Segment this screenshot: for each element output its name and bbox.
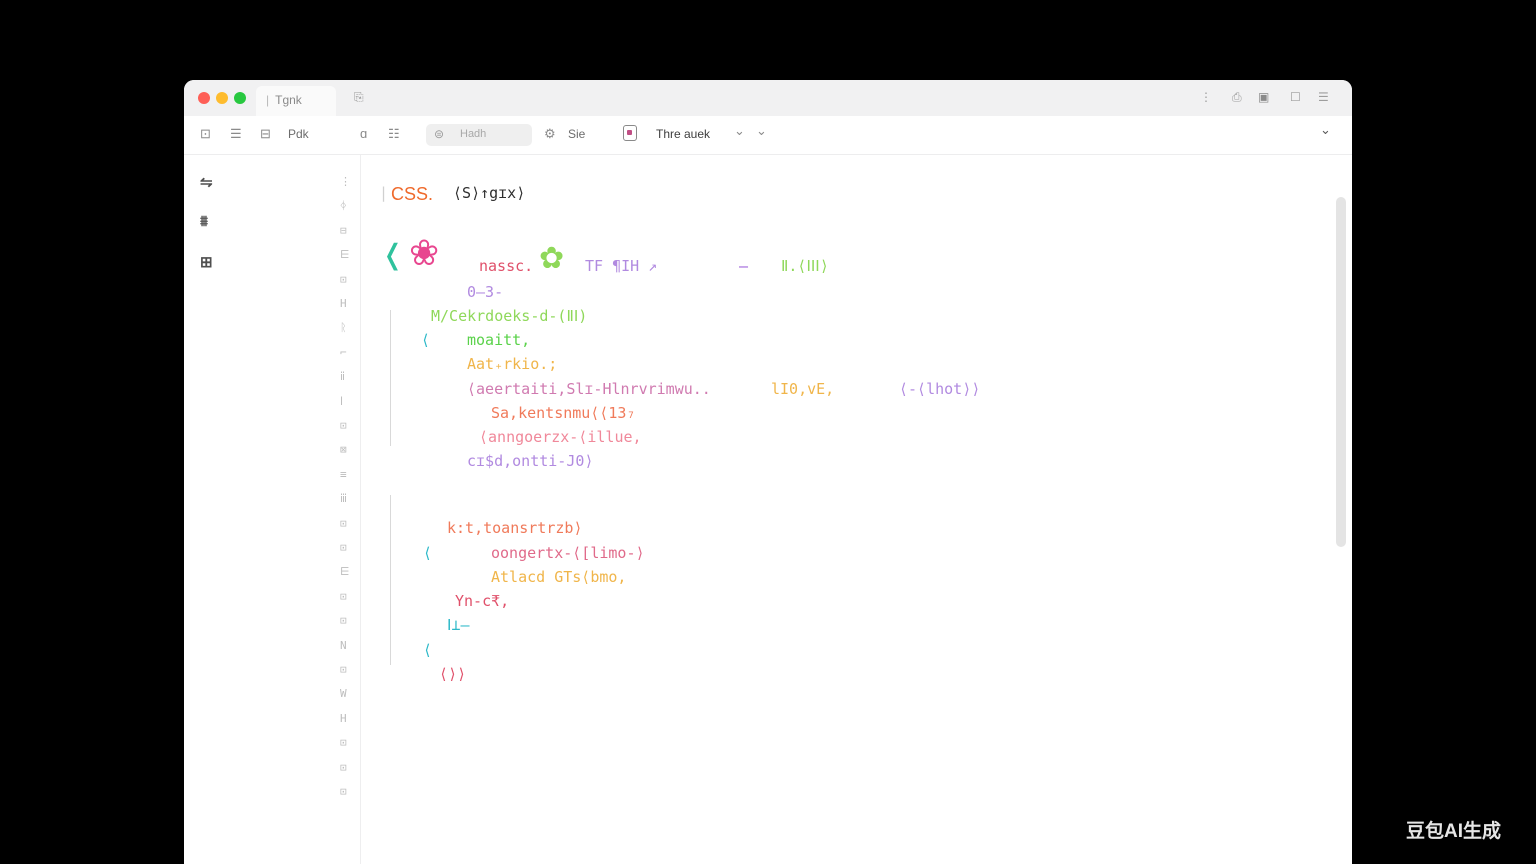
theme-selector[interactable]: Thre auek — [656, 127, 710, 141]
code-line-5b: moaitt, — [467, 331, 531, 349]
gutter-mark: W — [340, 687, 347, 701]
gutter-mark: ⅲ — [340, 492, 348, 506]
code-line-7c: ⟨-⟨lhot⟩⟩ — [899, 380, 981, 398]
code-line-6: Aat₊rkio.; — [467, 355, 558, 373]
gutter-mark: ⊠ — [340, 443, 347, 457]
title-bar: | Tgnk ⎘ ⋮ ⎙ ▣ ☐ ☰ — [184, 80, 1352, 117]
search-placeholder: Hadh — [460, 128, 487, 140]
list-icon[interactable]: ☰ — [230, 126, 242, 142]
outline-icon[interactable]: ☷ — [388, 126, 400, 142]
chevron-down-icon[interactable]: ⌄ — [734, 123, 745, 139]
print-icon[interactable]: ⎙ — [1232, 90, 1242, 105]
more-icon[interactable]: ⋮ — [1200, 90, 1212, 104]
code-bracket-open: ❬ — [381, 233, 404, 277]
minimize-button[interactable] — [216, 92, 228, 104]
settings-icon[interactable]: ⚙ — [544, 126, 556, 142]
tab-active[interactable]: | Tgnk — [256, 86, 336, 116]
gutter-mark: ⊡ — [340, 614, 347, 628]
code-line-7b: lI0,vE, — [771, 380, 835, 398]
watermark: 豆包AI生成 — [1406, 821, 1502, 842]
gutter-mark: H — [340, 297, 347, 310]
image-icon[interactable]: ⊟ — [260, 126, 271, 142]
code-line-4: M/Cekrdoeks-d-(ⅡⅠ) — [431, 307, 588, 325]
tab-divider: | — [266, 93, 270, 107]
gutter-mark: ᚱ — [340, 321, 347, 335]
code-line-2b: TF ¶ΙΗ ↗ — [585, 257, 658, 275]
code-line-14: Yn-c₹, — [455, 592, 510, 610]
gutter-mark: ⊡ — [340, 736, 347, 750]
code-line-12b: oongertx-⟨[limo-⟩ — [491, 544, 645, 562]
toggle-icon[interactable]: ⇋ — [200, 173, 213, 191]
code-line-15: Ⅰ⊥— — [447, 616, 470, 634]
search-icon: ⊜ — [434, 127, 445, 141]
gutter-mark: N — [340, 638, 347, 652]
grid-icon[interactable]: ⊞ — [200, 253, 213, 271]
gutter-mark: ⅱ — [340, 370, 346, 384]
gutter-mark: ⊡ — [340, 419, 347, 432]
indent-guide — [390, 310, 391, 446]
gutter-mark: ᛄ — [340, 199, 347, 213]
search-input[interactable]: ⊜ Hadh — [426, 124, 532, 146]
flower-icon: ❀ — [409, 232, 440, 273]
tab-title: Tgnk — [275, 93, 302, 107]
gutter-mark: ⋿ — [340, 248, 350, 262]
code-line-9: ⟨anngoerzx-⟨illue, — [479, 428, 642, 446]
indent-guide — [390, 495, 391, 665]
flower-icon: ✿ — [539, 242, 565, 275]
code-line-8: Sa,kentsnmu⟨⟨13₇ — [491, 404, 636, 422]
code-line-5a: ⟨ — [421, 331, 431, 349]
format-icon[interactable]: ɑ — [360, 126, 367, 141]
collapse-chevron-icon[interactable]: ⌄ — [1320, 122, 1331, 138]
code-line-11: k:t,toansrtrzb⟩ — [447, 519, 583, 537]
code-line-13: Atlacd GTs⟨bmo, — [491, 568, 627, 586]
settings-label[interactable]: Sie — [568, 127, 585, 141]
code-editor[interactable]: | CSS. ⟨S⟩↑gɪx⟩ ❬ ❀ nassc. ✿ TF ¶ΙΗ ↗ – … — [361, 155, 1352, 864]
gutter-mark: ⊡ — [340, 589, 347, 603]
gutter-mark: ⊡ — [340, 516, 347, 530]
gutter-mark: ⋿ — [340, 565, 350, 579]
gutter-mark: ⊡ — [340, 760, 347, 774]
gutter-mark: ⊡ — [340, 663, 347, 676]
sidebar: ⇋ ⩩ ⊞ ⋮ ᛄ ⊟ ⋿ ⊡ H ᚱ ⌐ ⅱ ⅼ ⊡ ⊠ ≡ ⅲ ⊡ ⊡ ⋿ ⊡ ⊡ N ⊡ W H ⊡ ⊡ ⊡ — [184, 155, 361, 864]
layout-icon[interactable]: ☐ — [1290, 90, 1301, 104]
code-line-7a: ⟨aeertaiti,Slɪ-Hlnrvrimwu.. — [467, 380, 711, 398]
gutter-mark: ⌐ — [340, 345, 347, 359]
code-line-17: ⟨⟩⟩ — [439, 665, 467, 683]
theme-icon[interactable] — [623, 125, 637, 141]
maximize-button[interactable] — [234, 92, 246, 104]
menu-icon[interactable]: ☰ — [1318, 90, 1329, 104]
code-line-2a: nassc. — [479, 257, 534, 275]
code-line-12a: ⟨ — [423, 544, 433, 562]
close-button[interactable] — [198, 92, 210, 104]
file-label[interactable]: Pdk — [288, 127, 309, 141]
vertical-scrollbar[interactable] — [1336, 197, 1346, 547]
gutter-mark: ≡ — [340, 467, 347, 481]
app-window: | Tgnk ⎘ ⋮ ⎙ ▣ ☐ ☰ ⊡ ☰ ⊟ Pdk ɑ ☷ ⊜ Hadh ⚙… — [184, 80, 1352, 864]
code-line-16: ⟨ — [423, 641, 433, 659]
gutter-mark: H — [340, 711, 347, 725]
gutter-mark: ⋮ — [340, 175, 351, 188]
panel-icon[interactable]: ▣ — [1258, 90, 1269, 104]
toolbar: ⊡ ☰ ⊟ Pdk ɑ ☷ ⊜ Hadh ⚙ Sie Thre auek ⌄ ⌄… — [184, 116, 1352, 155]
code-line-10: cɪ$d,ontti-J0⟩ — [467, 452, 594, 470]
gutter-mark: ⊡ — [340, 272, 347, 286]
code-line-2c: – — [739, 257, 749, 275]
gutter-mark: ⊡ — [340, 785, 347, 798]
code-line-2d: Ⅱ.⟨ⅠⅠⅠ⟩ — [781, 257, 829, 275]
gutter-mark: ⅼ — [340, 394, 344, 408]
gutter-mark: ⊟ — [340, 223, 347, 237]
new-file-icon[interactable]: ⊡ — [200, 126, 211, 142]
new-tab-icon[interactable]: ⎘ — [354, 90, 364, 105]
code-line-1: CSS. — [391, 184, 434, 204]
gutter-mark: ⊡ — [340, 541, 347, 554]
cursor-bar: | — [379, 184, 389, 202]
code-line-1b: ⟨S⟩↑gɪx⟩ — [453, 184, 526, 202]
filter-icon[interactable]: ⩩ — [200, 213, 208, 230]
code-line-3: 0—3- — [467, 283, 504, 301]
chevron-down-icon[interactable]: ⌄ — [756, 123, 767, 139]
